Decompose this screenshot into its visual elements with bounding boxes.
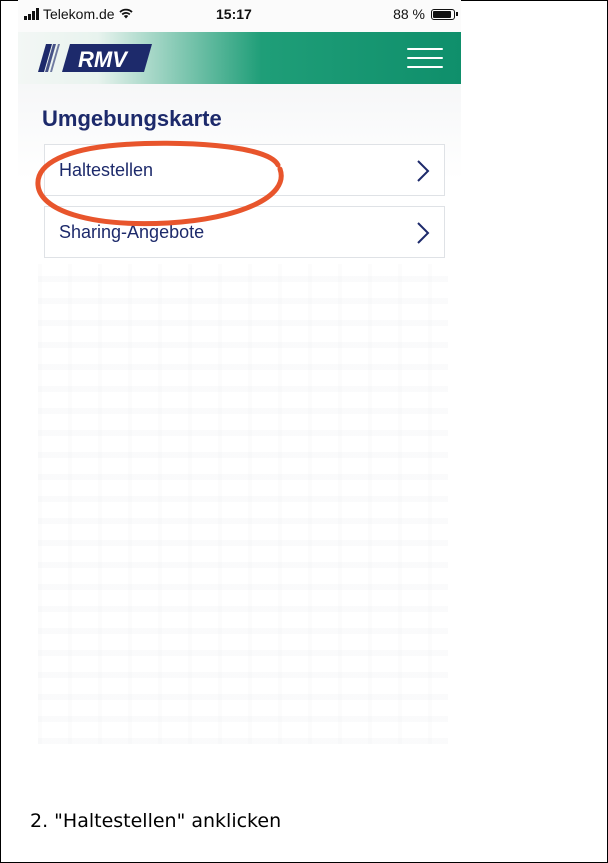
- battery-icon: [431, 8, 458, 20]
- chevron-right-icon: [416, 159, 430, 188]
- signal-icon: [24, 8, 39, 20]
- instruction-caption: 2. "Haltestellen" anklicken: [30, 810, 282, 832]
- status-time: 15:17: [216, 6, 252, 22]
- list-item-haltestellen[interactable]: Haltestellen: [44, 144, 445, 196]
- app-header: RMV: [18, 32, 461, 84]
- carrier-name: Telekom.de: [43, 6, 115, 22]
- battery-percentage: 88 %: [393, 6, 425, 22]
- hamburger-menu-icon[interactable]: [407, 48, 443, 68]
- option-list: Haltestellen Sharing-Angebote: [44, 144, 445, 268]
- list-item-sharing-angebote[interactable]: Sharing-Angebote: [44, 206, 445, 258]
- main-content: Umgebungskarte Haltestellen Sharing-Ange…: [18, 84, 461, 771]
- status-right: 88 %: [393, 6, 458, 22]
- list-item-label: Haltestellen: [59, 160, 154, 180]
- rmv-logo-text: RMV: [78, 47, 129, 72]
- page-title: Umgebungskarte: [42, 106, 222, 131]
- battery-fill: [433, 10, 451, 18]
- phone-screen: Telekom.de 15:17 88 % RMV Umgebungskarte…: [18, 0, 461, 771]
- status-bar: Telekom.de 15:17 88 %: [18, 0, 461, 32]
- status-left: Telekom.de: [24, 6, 133, 22]
- chevron-right-icon: [416, 221, 430, 250]
- list-item-label: Sharing-Angebote: [59, 222, 205, 242]
- wifi-icon: [118, 8, 133, 21]
- map-area[interactable]: [38, 264, 448, 744]
- rmv-logo[interactable]: RMV: [34, 42, 164, 79]
